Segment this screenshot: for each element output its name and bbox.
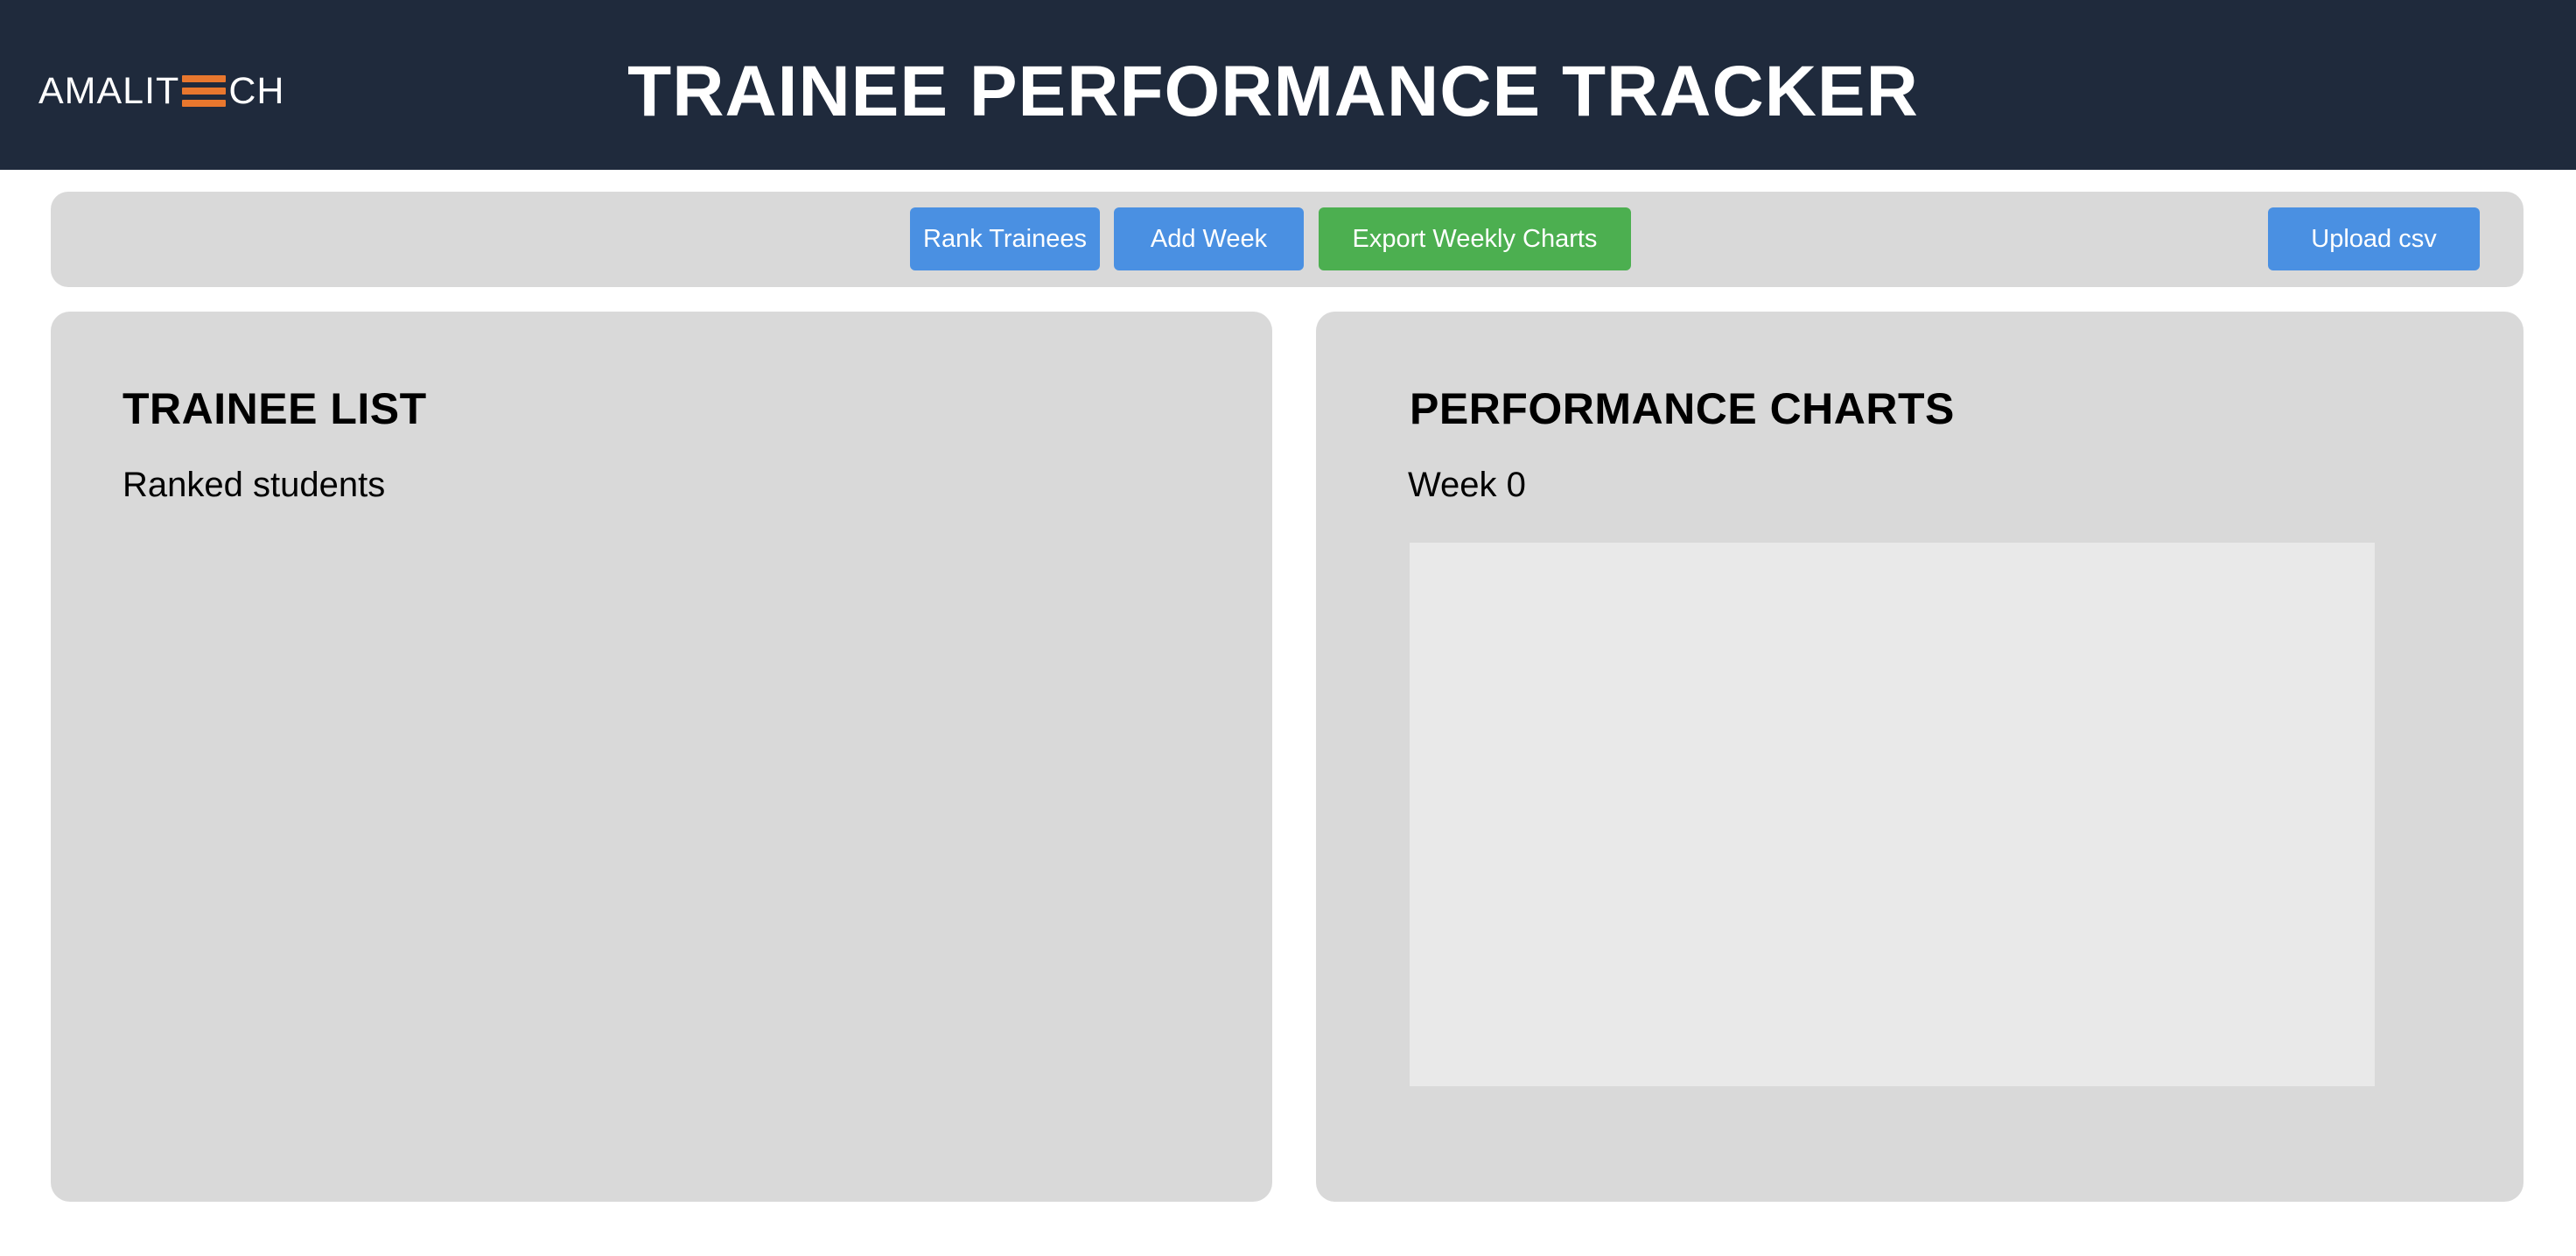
ranked-students-label: Ranked students (122, 466, 386, 504)
week-label: Week 0 (1408, 466, 1526, 504)
upload-csv-button[interactable]: Upload csv (2268, 207, 2480, 270)
trainee-list-panel: TRAINEE LIST Ranked students (51, 312, 1272, 1202)
action-toolbar: Rank Trainees Add Week Export Weekly Cha… (51, 192, 2524, 287)
page-title: TRAINEE PERFORMANCE TRACKER (627, 52, 1919, 131)
chart-canvas (1410, 543, 2375, 1086)
add-week-button[interactable]: Add Week (1114, 207, 1304, 270)
performance-charts-panel: PERFORMANCE CHARTS Week 0 (1316, 312, 2524, 1202)
export-weekly-charts-button[interactable]: Export Weekly Charts (1319, 207, 1631, 270)
app-header: AMALIT CH TRAINEE PERFORMANCE TRACKER (0, 0, 2576, 170)
trainee-list-title: TRAINEE LIST (122, 384, 427, 433)
performance-charts-title: PERFORMANCE CHARTS (1410, 384, 1955, 433)
rank-trainees-button[interactable]: Rank Trainees (910, 207, 1100, 270)
